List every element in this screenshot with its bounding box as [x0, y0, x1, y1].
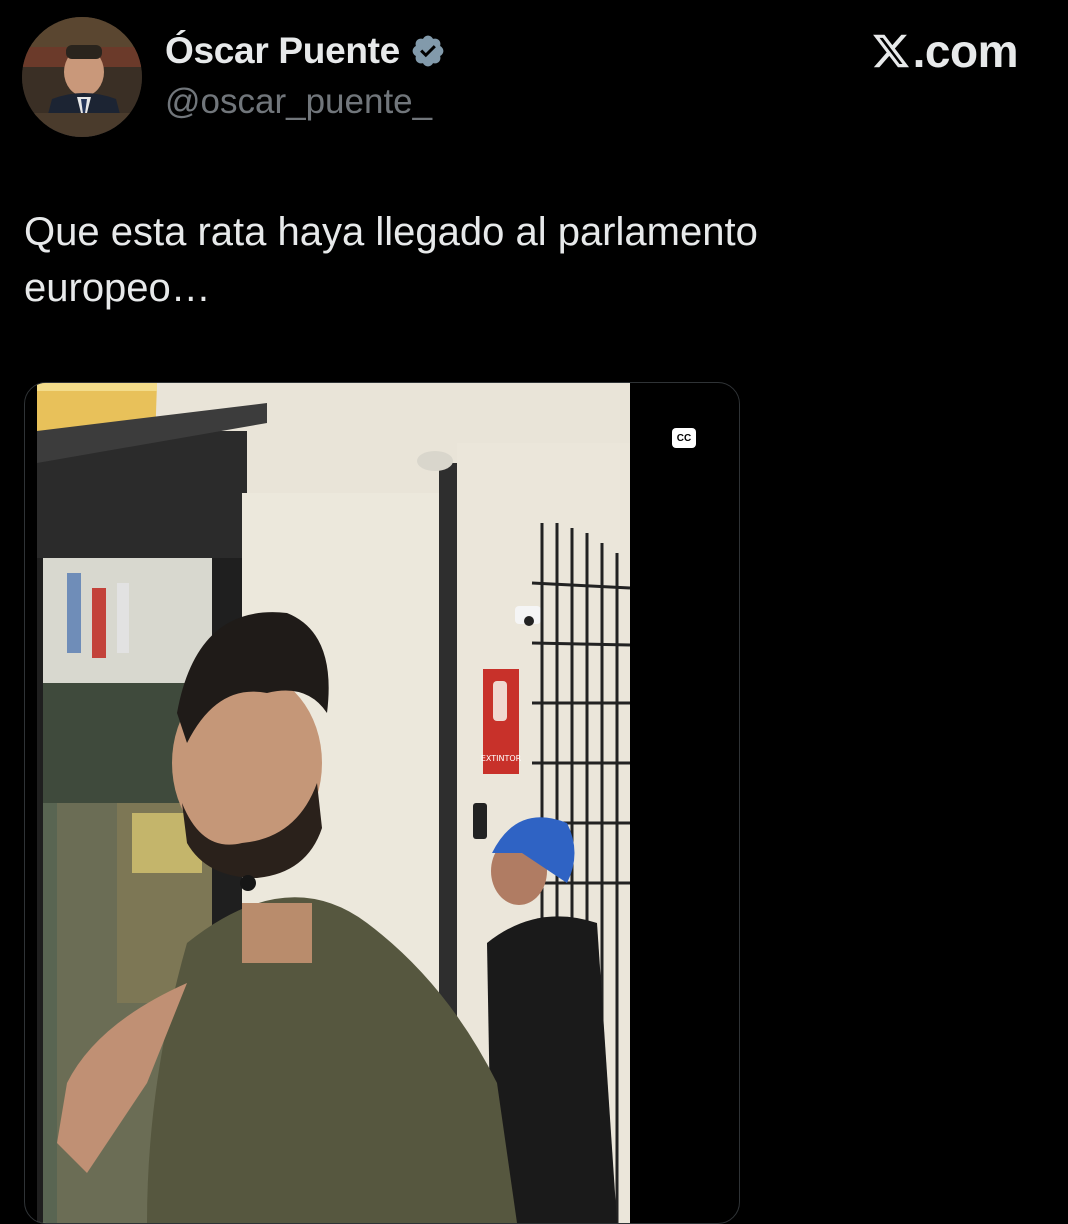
tweet-text: Que esta rata haya llegado al parlamento… — [24, 210, 758, 310]
video-frame[interactable]: EXTINTOR — [37, 383, 630, 1223]
author-name-row: Óscar Puente — [165, 30, 446, 72]
x-watermark: .com — [871, 24, 1019, 78]
x-logo-icon — [872, 34, 909, 68]
user-handle[interactable]: @oscar_puente_ — [165, 82, 432, 122]
avatar[interactable] — [22, 17, 142, 137]
cc-button[interactable]: CC — [672, 428, 696, 448]
watermark-text: .com — [912, 25, 1019, 77]
video-still: EXTINTOR — [37, 383, 630, 1223]
verified-badge-icon — [410, 33, 446, 69]
avatar-image — [22, 17, 142, 137]
extintor-sign: EXTINTOR — [481, 754, 522, 763]
display-name[interactable]: Óscar Puente — [165, 30, 400, 72]
video-player[interactable]: EXTINTOR CC — [24, 382, 740, 1224]
